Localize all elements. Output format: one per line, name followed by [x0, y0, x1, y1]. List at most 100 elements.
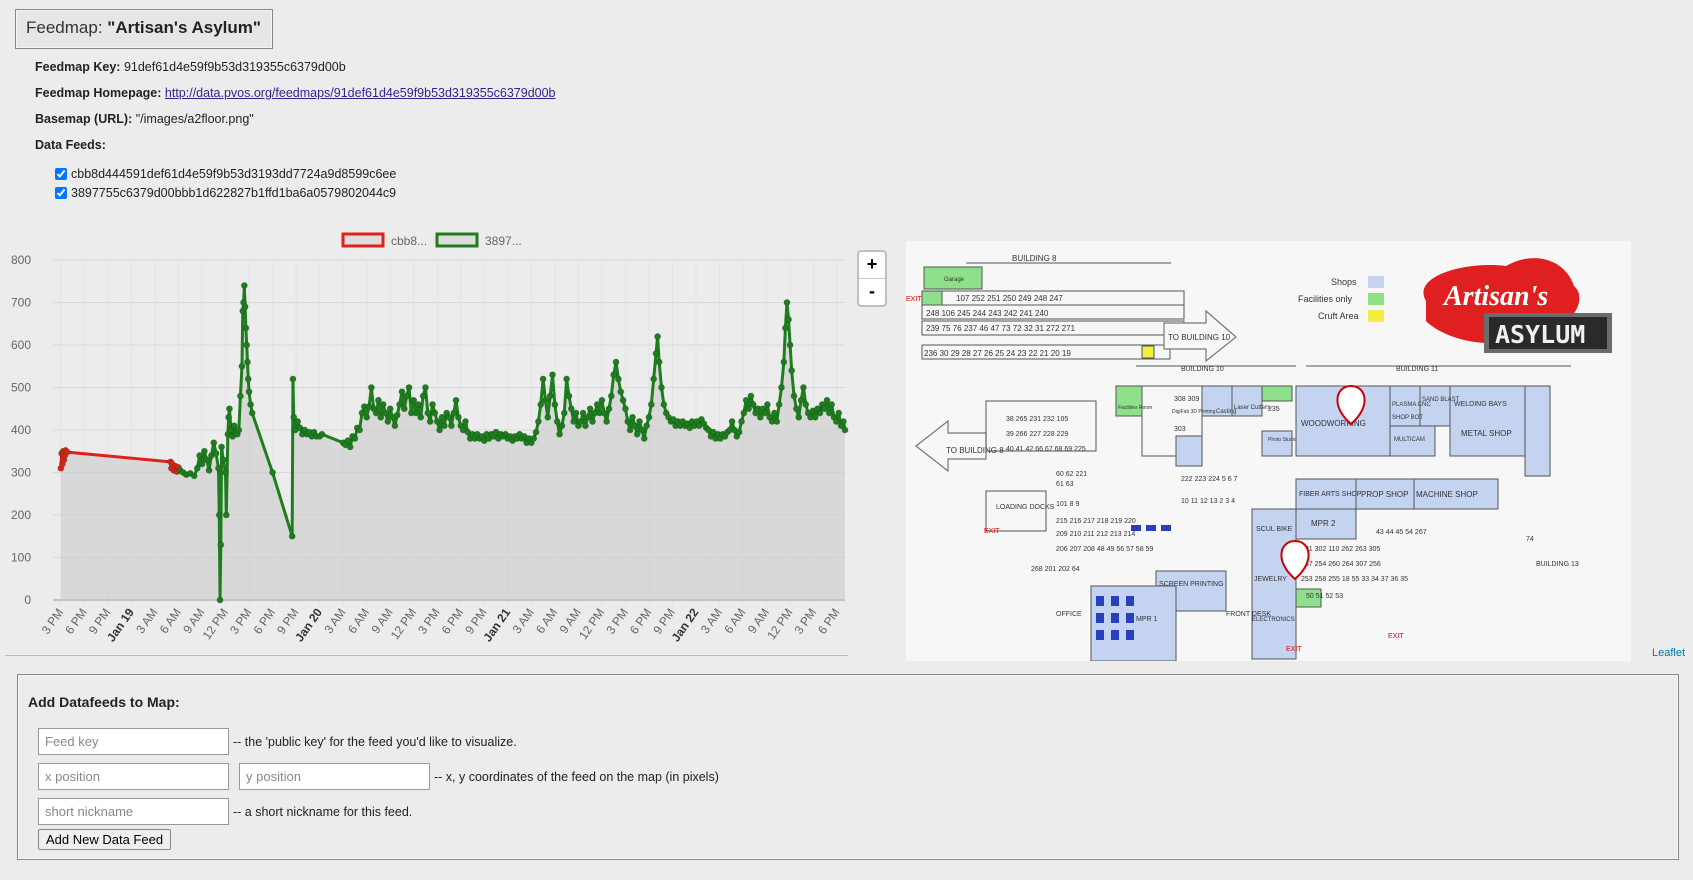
x-tick-label: 6 PM	[250, 606, 278, 637]
nickname-hint: -- a short nickname for this feed.	[233, 805, 413, 819]
x-tick-label: 3 AM	[321, 606, 348, 636]
feed-item: 3897755c6379d00bbb1d622827b1ffd1ba6a0579…	[55, 186, 396, 200]
data-point	[422, 384, 429, 391]
data-point	[391, 422, 399, 430]
data-point	[654, 333, 661, 340]
x-tick-label: 6 PM	[815, 606, 843, 637]
data-point	[241, 303, 249, 311]
data-point	[219, 456, 227, 464]
data-point	[363, 413, 371, 421]
feed-item: cbb8d444591def61d4e59f9b53d3193dd7724a9d…	[55, 167, 396, 181]
data-point	[426, 418, 434, 425]
svg-text:38 265 231 232 105: 38 265 231 232 105	[1006, 416, 1068, 423]
data-point	[417, 413, 425, 421]
add-data-feed-button[interactable]: Add New Data Feed	[38, 829, 172, 850]
data-point	[424, 409, 432, 417]
data-point	[775, 401, 783, 408]
nickname-input[interactable]	[38, 798, 229, 825]
data-point	[269, 469, 276, 476]
svg-text:268 201 202 64: 268 201 202 64	[1031, 566, 1080, 573]
floorplan-map[interactable]: BUILDING 8 Garage EXIT 107 252 251 250 2…	[906, 241, 1631, 661]
feed-id: cbb8d444591def61d4e59f9b53d3193dd7724a9d…	[71, 167, 397, 181]
map-label: SCUL BIKE	[1256, 526, 1293, 533]
map-label: EXIT	[984, 528, 1000, 535]
zoom-in-button[interactable]: +	[859, 252, 885, 278]
svg-text:248 106 245 244 243: 248 106 245 244 243 242 241 240	[926, 309, 1049, 318]
data-point	[605, 405, 613, 413]
data-point	[771, 409, 778, 417]
data-point	[351, 435, 359, 442]
floorplan-image: BUILDING 8 Garage EXIT 107 252 251 250 2…	[906, 241, 1631, 661]
map-label: BUILDING 10	[1181, 366, 1224, 373]
legend-swatch	[435, 232, 479, 248]
data-point	[788, 367, 796, 374]
data-point	[530, 435, 538, 442]
data-point	[240, 282, 248, 289]
data-point	[645, 413, 653, 421]
data-point	[440, 422, 448, 430]
data-point	[403, 392, 411, 400]
data-point	[212, 449, 220, 457]
x-tick-label: 3 AM	[698, 606, 725, 636]
svg-text:39 266 227 228 229: 39 266 227 228 229	[1006, 431, 1068, 438]
data-point	[565, 392, 573, 400]
data-point	[356, 426, 364, 434]
map-label: Photo Studio	[1268, 437, 1297, 443]
data-point	[619, 396, 627, 404]
svg-text:209 210 211 212 21: 209 210 211 212 213 214	[1056, 531, 1135, 538]
map-label: EXIT	[1286, 646, 1302, 653]
feed-checkbox[interactable]	[55, 168, 67, 180]
data-point	[549, 371, 556, 379]
data-point	[747, 392, 755, 400]
data-point	[243, 341, 251, 349]
feed-checkbox[interactable]	[55, 187, 67, 199]
data-point	[244, 375, 252, 383]
data-point	[650, 375, 658, 383]
data-point	[572, 409, 580, 417]
svg-text:101 8 9: 101 8 9	[1056, 501, 1079, 508]
svg-text:236 30 29 28 27 26 25 24: 236 30 29 28 27 26 25 24 23 22 21 20 19	[924, 349, 1071, 358]
map-label: EXIT	[1388, 633, 1404, 640]
data-point	[244, 358, 251, 366]
feed-key-hint: -- the 'public key' for the feed you'd l…	[233, 735, 517, 749]
data-point	[190, 472, 198, 480]
data-point	[546, 392, 554, 400]
data-feeds-label: Data Feeds:	[35, 138, 106, 152]
title-prefix: Feedmap:	[26, 18, 108, 37]
logo-script: Artisan's	[1442, 281, 1548, 312]
x-tick-label: 6 AM	[533, 606, 560, 636]
data-point	[780, 358, 788, 366]
map-label: EXIT	[906, 296, 922, 303]
data-point	[636, 418, 643, 425]
svg-text:107 252 251 250 249: 107 252 251 250 249 248 247	[956, 294, 1063, 303]
x-tick-label: 12 PM	[200, 606, 231, 642]
data-point	[452, 396, 460, 404]
leaflet-attribution[interactable]: Leaflet	[1652, 647, 1685, 659]
data-point	[215, 464, 222, 472]
homepage-link[interactable]: http://data.pvos.org/feedmaps/91def61d4e…	[165, 86, 556, 100]
map-label: SCREEN PRINTING	[1159, 581, 1224, 588]
data-point	[238, 362, 246, 370]
x-position-input[interactable]	[38, 763, 229, 790]
data-point	[735, 428, 743, 436]
y-position-input[interactable]	[239, 763, 430, 790]
y-tick-label: 500	[11, 381, 31, 395]
data-point	[367, 384, 375, 391]
data-point	[415, 401, 422, 408]
y-tick-label: 800	[11, 253, 31, 267]
data-point	[242, 324, 250, 332]
data-point	[607, 392, 615, 400]
map-label: BUILDING 11	[1396, 366, 1438, 373]
zoom-out-button[interactable]: -	[859, 278, 885, 305]
data-point	[288, 532, 296, 540]
svg-text:303: 303	[1174, 426, 1186, 433]
xy-hint: -- x, y coordinates of the feed on the m…	[434, 770, 719, 784]
feedmap-title: Feedmap: "Artisan's Asylum"	[15, 9, 273, 49]
y-tick-label: 700	[11, 296, 31, 310]
data-point	[289, 375, 297, 383]
y-tick-label: 400	[11, 423, 31, 437]
svg-text:301 302 110 262 263: 301 302 110 262 263 305	[1301, 546, 1380, 553]
data-point	[795, 413, 803, 421]
data-point	[614, 375, 622, 383]
feed-key-input[interactable]	[38, 728, 229, 755]
